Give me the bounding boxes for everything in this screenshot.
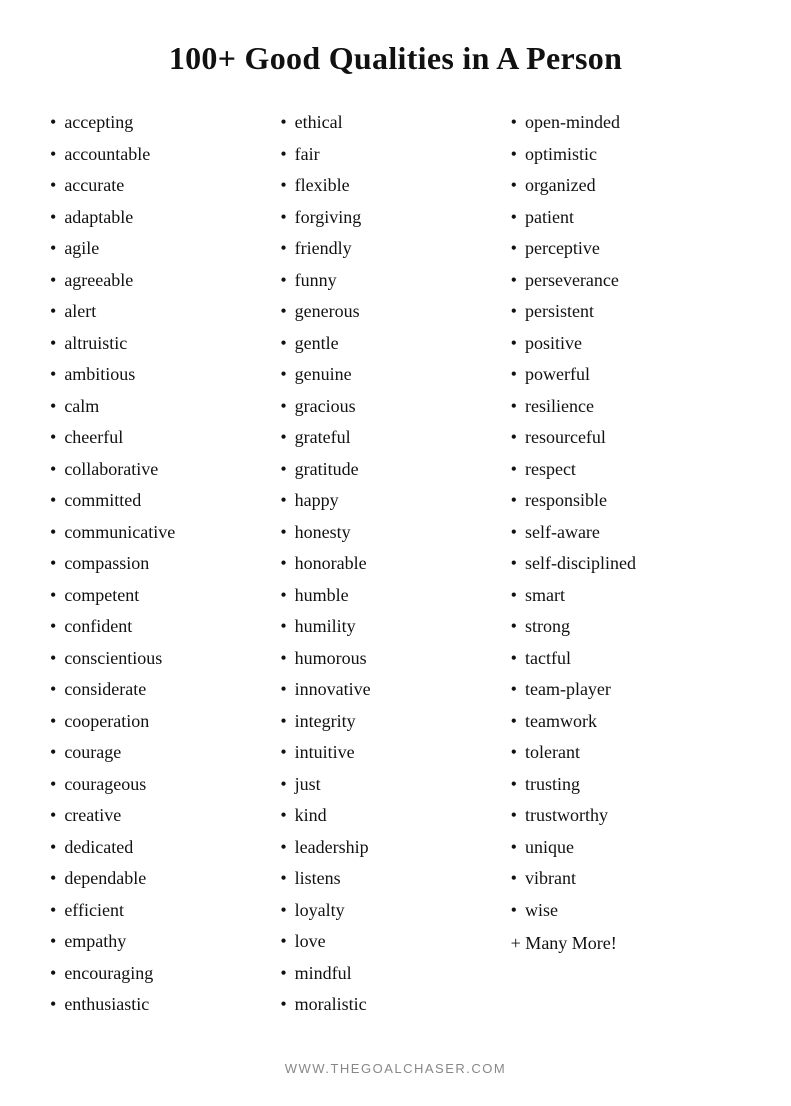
list-item: patient	[511, 202, 741, 234]
list-item: cooperation	[50, 706, 280, 738]
list-item: confident	[50, 611, 280, 643]
list-item: accurate	[50, 170, 280, 202]
list-item: committed	[50, 485, 280, 517]
list-item: responsible	[511, 485, 741, 517]
list-item: collaborative	[50, 454, 280, 486]
list-item: compassion	[50, 548, 280, 580]
list-item: powerful	[511, 359, 741, 391]
list-item: conscientious	[50, 643, 280, 675]
list-item: open-minded	[511, 107, 741, 139]
list-item: alert	[50, 296, 280, 328]
list-item: intuitive	[280, 737, 510, 769]
list-item: organized	[511, 170, 741, 202]
list-item: mindful	[280, 958, 510, 990]
list-item: enthusiastic	[50, 989, 280, 1021]
list-item: listens	[280, 863, 510, 895]
list-item: forgiving	[280, 202, 510, 234]
list-item: genuine	[280, 359, 510, 391]
list-item: efficient	[50, 895, 280, 927]
list-item: considerate	[50, 674, 280, 706]
qualities-list-3: open-mindedoptimisticorganizedpatientper…	[511, 107, 741, 926]
list-item: competent	[50, 580, 280, 612]
list-item: persistent	[511, 296, 741, 328]
list-item: happy	[280, 485, 510, 517]
list-item: funny	[280, 265, 510, 297]
list-item: calm	[50, 391, 280, 423]
list-item: wise	[511, 895, 741, 927]
list-item: teamwork	[511, 706, 741, 738]
list-item: courageous	[50, 769, 280, 801]
list-item: honorable	[280, 548, 510, 580]
list-item: creative	[50, 800, 280, 832]
list-item: resilience	[511, 391, 741, 423]
list-item: humility	[280, 611, 510, 643]
list-item: positive	[511, 328, 741, 360]
list-item: agile	[50, 233, 280, 265]
list-item: accountable	[50, 139, 280, 171]
list-item: vibrant	[511, 863, 741, 895]
list-item: adaptable	[50, 202, 280, 234]
list-item: dependable	[50, 863, 280, 895]
column-2: ethicalfairflexibleforgivingfriendlyfunn…	[280, 107, 510, 1021]
list-item: friendly	[280, 233, 510, 265]
list-item: unique	[511, 832, 741, 864]
list-item: courage	[50, 737, 280, 769]
list-item: humorous	[280, 643, 510, 675]
list-item: perseverance	[511, 265, 741, 297]
list-item: perceptive	[511, 233, 741, 265]
list-item: tactful	[511, 643, 741, 675]
footer: WWW.THEGOALCHASER.COM	[50, 1051, 741, 1076]
list-item: tolerant	[511, 737, 741, 769]
list-item: gentle	[280, 328, 510, 360]
list-item: ethical	[280, 107, 510, 139]
list-item: resourceful	[511, 422, 741, 454]
list-item: flexible	[280, 170, 510, 202]
list-item: trusting	[511, 769, 741, 801]
list-item: smart	[511, 580, 741, 612]
list-item: empathy	[50, 926, 280, 958]
list-item: communicative	[50, 517, 280, 549]
list-item: trustworthy	[511, 800, 741, 832]
list-item: generous	[280, 296, 510, 328]
list-item: strong	[511, 611, 741, 643]
list-item: just	[280, 769, 510, 801]
list-item: moralistic	[280, 989, 510, 1021]
list-item: integrity	[280, 706, 510, 738]
page-title: 100+ Good Qualities in A Person	[50, 40, 741, 77]
list-item: team-player	[511, 674, 741, 706]
qualities-list-1: acceptingaccountableaccurateadaptableagi…	[50, 107, 280, 1021]
list-item: kind	[280, 800, 510, 832]
list-item: self-aware	[511, 517, 741, 549]
list-item: grateful	[280, 422, 510, 454]
column-1: acceptingaccountableaccurateadaptableagi…	[50, 107, 280, 1021]
list-item: dedicated	[50, 832, 280, 864]
list-item: agreeable	[50, 265, 280, 297]
list-item: fair	[280, 139, 510, 171]
list-item: encouraging	[50, 958, 280, 990]
list-item: loyalty	[280, 895, 510, 927]
list-item: honesty	[280, 517, 510, 549]
extra-note: + Many More!	[511, 928, 741, 960]
list-item: humble	[280, 580, 510, 612]
qualities-list-2: ethicalfairflexibleforgivingfriendlyfunn…	[280, 107, 510, 1021]
list-item: gracious	[280, 391, 510, 423]
list-item: innovative	[280, 674, 510, 706]
column-3: open-mindedoptimisticorganizedpatientper…	[511, 107, 741, 1021]
list-item: cheerful	[50, 422, 280, 454]
list-item: respect	[511, 454, 741, 486]
list-item: gratitude	[280, 454, 510, 486]
list-item: altruistic	[50, 328, 280, 360]
list-item: accepting	[50, 107, 280, 139]
list-item: leadership	[280, 832, 510, 864]
page-container: 100+ Good Qualities in A Person acceptin…	[0, 0, 791, 1106]
columns-wrapper: acceptingaccountableaccurateadaptableagi…	[50, 107, 741, 1021]
list-item: optimistic	[511, 139, 741, 171]
list-item: ambitious	[50, 359, 280, 391]
list-item: love	[280, 926, 510, 958]
list-item: self-disciplined	[511, 548, 741, 580]
